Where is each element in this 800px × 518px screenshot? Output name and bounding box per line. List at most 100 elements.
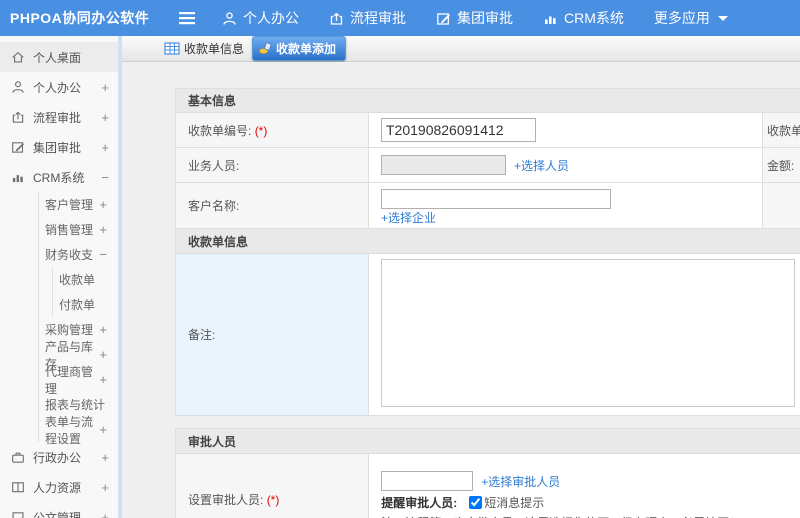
flow-approval-icon <box>12 111 24 123</box>
crm-submenu: 客户管理 + 销售管理 + 财务收支 − 收款单 付款单 采购管理 + 产品与库… <box>38 192 121 446</box>
caret-down-icon <box>717 15 728 21</box>
flow-approval-icon <box>330 12 343 25</box>
nav-label: 个人办公 <box>243 10 299 26</box>
sidebar-item-label: 个人桌面 <box>33 50 82 65</box>
approver-note: 注：流程第一步审批人员，这里选择你的下一级办理人，必需填写！ <box>381 514 800 518</box>
app-title: PHPOA协同办公软件 <box>10 10 150 26</box>
section-header-basic-info: 基本信息 <box>174 88 800 113</box>
sidebar-item-label: 财务收支 <box>45 248 94 262</box>
hamburger-icon[interactable] <box>178 11 196 25</box>
sidebar-item-crm[interactable]: CRM系统 − <box>0 162 121 192</box>
expand-indicator[interactable]: + <box>99 422 107 437</box>
sms-remind-label: 短消息提示 <box>484 496 545 510</box>
receipt-no-input[interactable] <box>381 118 536 142</box>
select-approver-link[interactable]: +选择审批人员 <box>481 473 560 490</box>
tab-bar: 收款单信息 收款单添加 <box>122 36 800 62</box>
edit-square-icon <box>12 142 25 153</box>
document-icon <box>12 512 24 518</box>
sidebar-item-form-flow-settings[interactable]: 表单与流程设置 + <box>39 415 121 446</box>
expand-indicator[interactable]: + <box>99 372 107 387</box>
empty-cell <box>761 182 800 229</box>
approver-input[interactable] <box>381 471 474 491</box>
tab-receipt-add-active[interactable]: 收款单添加 <box>252 36 347 61</box>
sidebar-scrollbar[interactable] <box>118 36 121 518</box>
sidebar-item-customer-mgmt[interactable]: 客户管理 + <box>39 192 121 217</box>
sidebar-item-label: 客户管理 <box>45 198 94 212</box>
nav-flow-approval[interactable]: 流程审批 <box>329 8 406 28</box>
sidebar-item-label: 行政办公 <box>33 450 82 465</box>
nav-label: 集团审批 <box>457 10 513 26</box>
expand-indicator[interactable]: + <box>99 197 107 212</box>
expand-indicator[interactable]: + <box>101 80 109 95</box>
sidebar-item-label: CRM系统 <box>33 170 85 185</box>
required-mark: (*) <box>266 493 280 507</box>
remark-textarea[interactable] <box>381 259 795 407</box>
expand-indicator[interactable]: + <box>99 322 107 337</box>
expand-indicator[interactable]: + <box>101 480 109 495</box>
user-icon <box>223 11 236 25</box>
customer-name-input[interactable] <box>381 189 611 209</box>
expand-indicator[interactable]: + <box>101 450 109 465</box>
collapse-indicator[interactable]: − <box>99 247 107 262</box>
nav-label: CRM系统 <box>564 10 624 26</box>
receipt-form-table: 基本信息 收款单编号: (*) 收款单日期: 业务人员: +选择人员 金额: 客 <box>174 88 800 416</box>
nav-more-apps[interactable]: 更多应用 <box>654 8 728 28</box>
sidebar-item-payment[interactable]: 付款单 <box>53 292 121 317</box>
book-icon <box>12 482 24 493</box>
tab-receipt-info[interactable]: 收款单信息 <box>164 40 244 57</box>
nav-personal-office[interactable]: 个人办公 <box>222 8 299 28</box>
collapse-indicator[interactable]: − <box>101 170 109 185</box>
required-mark: (*) <box>254 123 268 138</box>
nav-crm-system[interactable]: CRM系统 <box>543 8 624 28</box>
expand-indicator[interactable]: + <box>101 140 109 155</box>
sidebar-item-receipt[interactable]: 收款单 <box>53 267 121 292</box>
nav-group-approval[interactable]: 集团审批 <box>436 8 513 28</box>
sidebar-item-group-approval[interactable]: 集团审批 + <box>0 132 121 162</box>
edit-square-icon <box>437 12 450 25</box>
sidebar-item-label: 销售管理 <box>45 223 94 237</box>
sales-person-input[interactable] <box>381 155 506 175</box>
table-grid-icon <box>164 42 180 55</box>
sidebar-item-admin-office[interactable]: 行政办公 + <box>0 442 121 472</box>
sidebar-item-label: 公文管理 <box>33 510 82 518</box>
sidebar-item-personal-office[interactable]: 个人办公 + <box>0 72 121 102</box>
sidebar-item-document-mgmt[interactable]: 公文管理 + <box>0 502 121 518</box>
receipt-no-cell <box>368 112 763 148</box>
receipt-date-label: 收款单日期: <box>761 112 800 148</box>
sales-person-label: 业务人员: <box>175 147 369 183</box>
amount-label: 金额: <box>761 147 800 183</box>
receipt-add-icon <box>259 42 272 54</box>
remind-approver-label: 提醒审批人员: <box>381 496 458 510</box>
sidebar-item-desktop[interactable]: 个人桌面 <box>0 42 121 72</box>
expand-indicator[interactable]: + <box>101 110 109 125</box>
approver-form-table: 审批人员 设置审批人员: (*) +选择审批人员 提醒审批人员: 短消息提示 <box>174 428 800 518</box>
sidebar-item-sales-mgmt[interactable]: 销售管理 + <box>39 217 121 242</box>
expand-indicator[interactable]: + <box>99 347 107 362</box>
top-bar: PHPOA协同办公软件 个人办公 流程审批 集团审批 CRM系统 更多应用 <box>0 0 800 36</box>
home-icon <box>12 51 24 63</box>
tab-label: 收款单添加 <box>276 42 337 56</box>
sidebar-item-finance[interactable]: 财务收支 − <box>39 242 121 267</box>
tab-label: 收款单信息 <box>184 42 245 56</box>
sales-person-cell: +选择人员 <box>368 147 763 183</box>
sidebar-item-flow-approval[interactable]: 流程审批 + <box>0 102 121 132</box>
sms-remind-checkbox[interactable] <box>469 496 483 509</box>
remark-label: 备注: <box>175 253 369 416</box>
expand-indicator[interactable]: + <box>99 222 107 237</box>
sidebar-item-label: 报表与统计 <box>45 398 106 412</box>
nav-label: 流程审批 <box>350 10 406 26</box>
select-person-link[interactable]: +选择人员 <box>514 157 569 174</box>
expand-indicator[interactable]: + <box>101 510 109 518</box>
nav-label: 更多应用 <box>653 10 710 26</box>
section-header-approver: 审批人员 <box>175 428 800 454</box>
sidebar-item-label: 流程审批 <box>33 110 82 125</box>
sidebar-item-label: 代理商管理 <box>45 364 94 396</box>
select-company-link[interactable]: +选择企业 <box>381 211 436 225</box>
remark-cell <box>367 253 800 416</box>
sidebar-item-hr[interactable]: 人力资源 + <box>0 472 121 502</box>
sidebar-item-agent-mgmt[interactable]: 代理商管理 + <box>39 365 121 396</box>
sidebar-item-label: 付款单 <box>59 298 96 312</box>
section-header-receipt-info: 收款单信息 <box>174 228 800 254</box>
set-approver-label: 设置审批人员: (*) <box>174 453 370 518</box>
top-nav: 个人办公 流程审批 集团审批 CRM系统 更多应用 <box>222 8 758 28</box>
